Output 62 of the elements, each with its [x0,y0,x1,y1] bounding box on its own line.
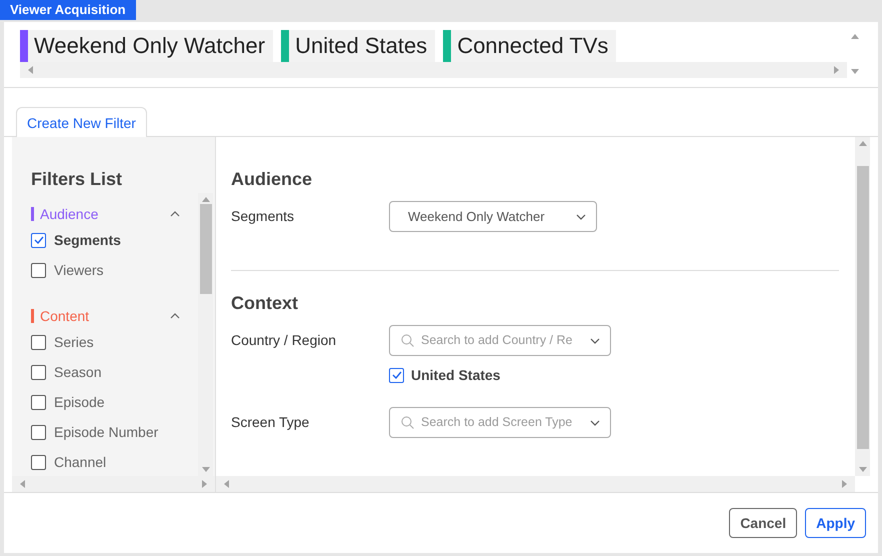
filter-label: Viewers [54,260,104,280]
scroll-arrow-icon [842,480,847,488]
group-label: Audience [40,204,98,224]
section-heading: Context [231,292,299,315]
horizontal-scrollbar[interactable] [12,476,215,492]
checkbox[interactable] [31,334,46,350]
filter-label: Episode [54,392,105,412]
scroll-arrow-icon [850,69,858,74]
filter-label: Segments [54,230,121,250]
filter-label: Channel [54,452,106,472]
search-dropdown[interactable]: Search to add Screen Type [389,407,611,438]
group-header[interactable]: Content [31,305,180,327]
vertical-scrollbar[interactable] [198,193,213,476]
chip-label: United States [294,32,428,60]
filter-label: Series [54,332,94,352]
search-icon [401,416,414,429]
checkbox[interactable] [31,364,46,380]
field-label: Screen Type [231,413,310,432]
vertical-scrollbar[interactable] [855,137,870,476]
filter-label: Episode Number [54,422,158,442]
section-heading: Audience [231,168,314,191]
search-dropdown[interactable]: Search to add Country / Re [389,325,611,356]
button[interactable]: Cancel [729,508,798,538]
scroll-arrow-icon [834,66,839,74]
field-label: Country / Region [231,331,338,350]
horizontal-scrollbar[interactable] [20,62,847,78]
scroll-arrow-icon [224,480,229,488]
segment-dropdown[interactable]: Weekend Only Watcher [389,201,597,232]
scroll-arrow-icon [20,480,25,488]
scrollbar-thumb[interactable] [200,204,212,294]
panel-heading: Filters List [30,168,124,191]
filter-label: Season [54,362,102,382]
search-icon [401,334,414,347]
group-header[interactable]: Audience [31,203,180,225]
scroll-arrow-icon [858,467,866,472]
chevron-down-icon [590,338,600,344]
window-title: Viewer Acquisition [0,0,136,20]
scroll-arrow-icon [28,66,33,74]
checkbox[interactable] [31,454,46,470]
scrollbar-thumb[interactable] [856,166,868,449]
checkmark-icon [392,371,402,379]
chip-label: Weekend Only Watcher [33,32,266,60]
placeholder-text: Search to add Country / Re [421,332,574,350]
chip-label: Connected TVs [456,32,608,60]
placeholder-text: Search to add Screen Type [421,414,574,432]
checkbox[interactable] [31,232,46,248]
chevron-down-icon [576,214,586,220]
checkbox[interactable] [31,262,46,278]
checkbox[interactable] [389,368,404,382]
chevron-down-icon [590,420,600,426]
button[interactable]: Apply [805,508,866,538]
horizontal-scrollbar[interactable] [216,476,855,492]
field-label: Segments [231,207,296,226]
scroll-arrow-icon [850,34,858,39]
group-label: Content [40,306,90,326]
tab[interactable]: Create New Filter [16,107,147,137]
scroll-arrow-icon [202,197,210,202]
checkbox[interactable] [31,394,46,410]
checkmark-icon [34,236,44,244]
checkbox[interactable] [31,424,46,440]
scroll-arrow-icon [858,141,866,146]
selection-label: United States [411,366,500,384]
